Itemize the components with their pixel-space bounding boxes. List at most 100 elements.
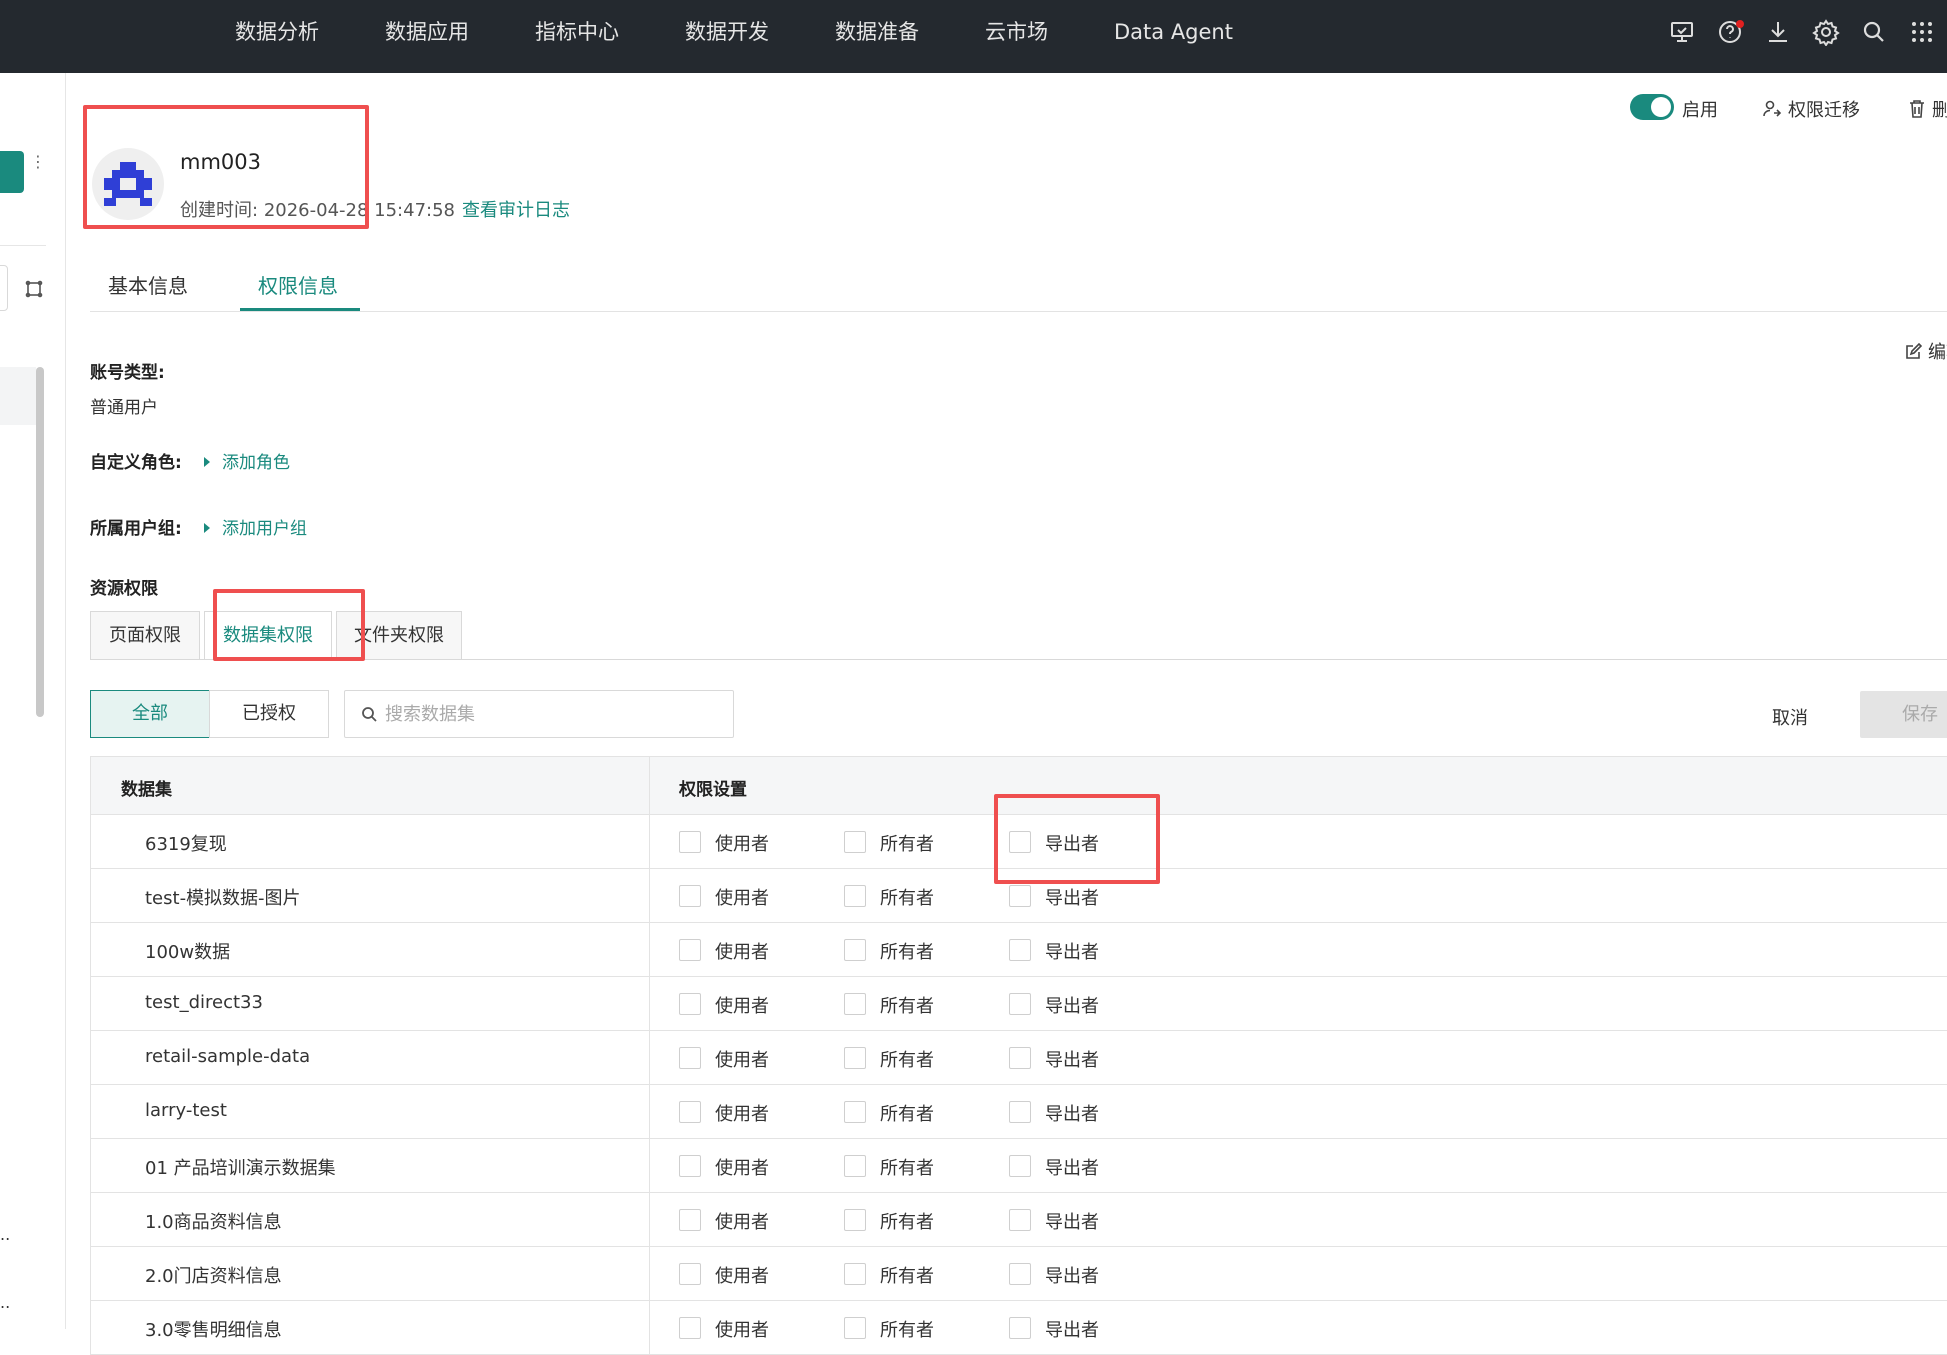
user-checkbox[interactable]	[679, 1263, 701, 1285]
owner-checkbox[interactable]	[844, 1317, 866, 1339]
user-checkbox[interactable]	[679, 993, 701, 1015]
highlight-box	[994, 794, 1160, 884]
filter-icon[interactable]	[24, 279, 44, 299]
column-divider	[649, 1247, 650, 1300]
owner-checkbox-label: 所有者	[880, 1320, 934, 1341]
owner-checkbox[interactable]	[844, 1101, 866, 1123]
edit-label: 编辑	[1928, 342, 1947, 363]
owner-checkbox-label: 所有者	[880, 1050, 934, 1071]
owner-checkbox[interactable]	[844, 993, 866, 1015]
user-checkbox[interactable]	[679, 1101, 701, 1123]
enable-toggle[interactable]	[1630, 94, 1674, 120]
highlight-box	[83, 105, 369, 229]
user-checkbox-label: 使用者	[715, 1320, 769, 1341]
exporter-checkbox-label: 导出者	[1045, 1050, 1099, 1071]
owner-checkbox-label: 所有者	[880, 1158, 934, 1179]
dataset-name: 100w数据	[145, 942, 231, 963]
owner-checkbox[interactable]	[844, 1155, 866, 1177]
user-checkbox[interactable]	[679, 939, 701, 961]
download-icon[interactable]	[1764, 18, 1792, 46]
nav-cloud-market[interactable]: 云市场	[985, 0, 1048, 73]
exporter-checkbox[interactable]	[1009, 1101, 1031, 1123]
filter-granted-button[interactable]: 已授权	[209, 690, 329, 738]
exporter-checkbox-label: 导出者	[1045, 888, 1099, 909]
nav-data-agent[interactable]: Data Agent	[1114, 0, 1233, 73]
exporter-checkbox[interactable]	[1009, 885, 1031, 907]
user-checkbox[interactable]	[679, 1209, 701, 1231]
resource-permission-label: 资源权限	[90, 579, 158, 599]
owner-checkbox[interactable]	[844, 1209, 866, 1231]
owner-checkbox[interactable]	[844, 885, 866, 907]
user-checkbox[interactable]	[679, 1317, 701, 1339]
user-list-pane: ⋮ .. ..	[0, 73, 66, 1329]
delete-button[interactable]: 删除	[1908, 96, 1947, 122]
dataset-name: test_direct33	[145, 992, 263, 1013]
table-row: larry-test 使用者 所有者 导出者	[91, 1085, 1947, 1139]
cancel-button[interactable]: 取消	[1772, 704, 1808, 730]
add-role-link[interactable]: 添加角色	[204, 448, 290, 473]
dataset-name: 6319复现	[145, 834, 227, 855]
exporter-checkbox[interactable]	[1009, 1209, 1031, 1231]
owner-checkbox[interactable]	[844, 939, 866, 961]
nav-data-preparation[interactable]: 数据准备	[835, 0, 919, 73]
nav-metric-center[interactable]: 指标中心	[535, 0, 619, 73]
enable-label: 启用	[1682, 100, 1718, 121]
permission-transfer-button[interactable]: 权限迁移	[1762, 96, 1860, 122]
dataset-name: 2.0门店资料信息	[145, 1266, 282, 1287]
user-checkbox[interactable]	[679, 831, 701, 853]
owner-checkbox-label: 所有者	[880, 1104, 934, 1125]
user-search-input[interactable]	[0, 265, 8, 311]
user-checkbox-label: 使用者	[715, 1158, 769, 1179]
column-divider	[649, 1139, 650, 1192]
tab-basic-info[interactable]: 基本信息	[108, 270, 188, 299]
owner-checkbox[interactable]	[844, 1263, 866, 1285]
dataset-search	[344, 690, 734, 738]
scrollbar[interactable]	[36, 367, 44, 717]
dataset-search-input[interactable]	[385, 699, 715, 729]
apps-grid-icon[interactable]	[1908, 18, 1936, 46]
dataset-name: 3.0零售明细信息	[145, 1320, 282, 1341]
caret-right-icon	[204, 457, 210, 467]
permission-transfer-label: 权限迁移	[1788, 100, 1860, 121]
column-divider	[649, 1193, 650, 1246]
exporter-checkbox[interactable]	[1009, 993, 1031, 1015]
table-row: 2.0门店资料信息 使用者 所有者 导出者	[91, 1247, 1947, 1301]
tab-permission-info[interactable]: 权限信息	[258, 270, 338, 299]
exporter-checkbox[interactable]	[1009, 1047, 1031, 1069]
user-group-label: 所属用户组:	[90, 519, 182, 539]
column-divider	[649, 869, 650, 922]
filter-all-button[interactable]: 全部	[90, 690, 210, 738]
settings-icon[interactable]	[1812, 18, 1840, 47]
exporter-checkbox[interactable]	[1009, 1155, 1031, 1177]
search-icon[interactable]	[1860, 18, 1888, 46]
monitor-icon[interactable]	[1668, 18, 1696, 46]
nav-data-analysis[interactable]: 数据分析	[235, 0, 319, 73]
table-row: 3.0零售明细信息 使用者 所有者 导出者	[91, 1301, 1947, 1355]
exporter-checkbox[interactable]	[1009, 1317, 1031, 1339]
nav-data-application[interactable]: 数据应用	[385, 0, 469, 73]
user-checkbox[interactable]	[679, 885, 701, 907]
owner-checkbox[interactable]	[844, 1047, 866, 1069]
exporter-checkbox[interactable]	[1009, 939, 1031, 961]
add-user-group-link[interactable]: 添加用户组	[204, 514, 307, 539]
exporter-checkbox-label: 导出者	[1045, 942, 1099, 963]
table-row: 1.0商品资料信息 使用者 所有者 导出者	[91, 1193, 1947, 1247]
resource-tabs-divider	[90, 659, 1947, 660]
edit-button[interactable]: 编辑	[1904, 338, 1947, 364]
tab-page-permission[interactable]: 页面权限	[90, 611, 200, 660]
exporter-checkbox-label: 导出者	[1045, 1104, 1099, 1125]
truncated-text: ..	[0, 1225, 11, 1244]
view-audit-log-link[interactable]: 查看审计日志	[462, 196, 570, 222]
user-checkbox[interactable]	[679, 1047, 701, 1069]
dataset-name: 01 产品培训演示数据集	[145, 1158, 336, 1179]
save-button[interactable]: 保存	[1860, 691, 1947, 738]
add-user-button[interactable]	[0, 151, 24, 193]
exporter-checkbox[interactable]	[1009, 1263, 1031, 1285]
owner-checkbox[interactable]	[844, 831, 866, 853]
help-icon[interactable]	[1716, 18, 1744, 46]
nav-data-development[interactable]: 数据开发	[685, 0, 769, 73]
more-icon[interactable]: ⋮	[30, 154, 46, 170]
user-checkbox[interactable]	[679, 1155, 701, 1177]
exporter-checkbox-label: 导出者	[1045, 996, 1099, 1017]
selected-user-item[interactable]	[0, 367, 36, 425]
